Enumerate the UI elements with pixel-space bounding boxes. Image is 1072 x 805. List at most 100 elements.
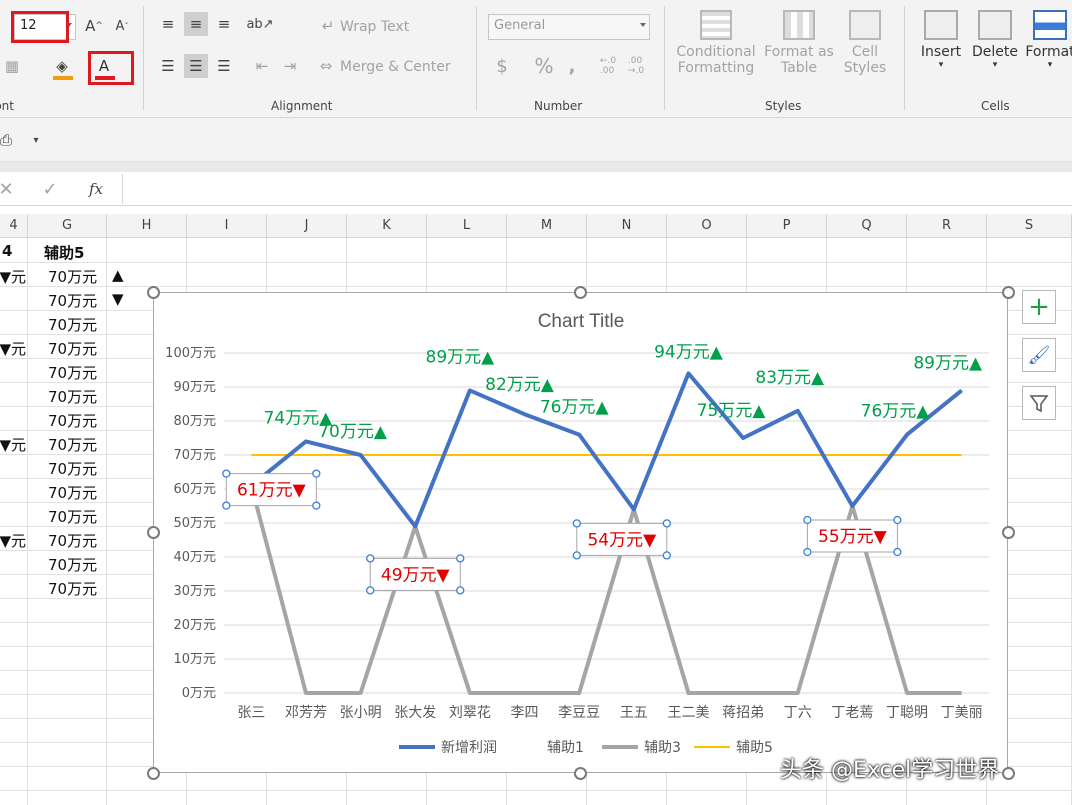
label-handle[interactable] (366, 586, 375, 595)
chart-area[interactable]: Chart Title 0万元 10万元 20万元 30万元 40万元 50万元 60万元 70… (153, 292, 1008, 773)
data-label-down[interactable]: 61万元▼ (237, 481, 307, 501)
fill-color-icon[interactable]: ◈ (50, 54, 74, 78)
label-handle[interactable] (572, 519, 581, 528)
cell-g-value[interactable]: 70万元 (48, 410, 97, 431)
align-center-icon[interactable]: ☰ (184, 54, 208, 78)
percent-icon[interactable]: % (532, 54, 556, 78)
format-button[interactable]: Format ▾ (1024, 8, 1072, 88)
cancel-icon[interactable]: ✕ (0, 177, 18, 201)
insert-button[interactable]: Insert ▾ (916, 8, 966, 88)
borders-icon[interactable]: ▦ (0, 54, 24, 78)
delete-button[interactable]: Delete ▾ (970, 8, 1020, 88)
data-label-up[interactable]: 70万元▲ (318, 422, 388, 442)
column-header-K[interactable]: K (347, 214, 427, 238)
cell-g-value[interactable]: 70万元 (48, 362, 97, 383)
decrease-decimal-icon[interactable]: .00 →.0 (624, 54, 648, 78)
label-handle[interactable] (662, 519, 671, 528)
decrease-font-icon[interactable]: Aˇ (110, 14, 134, 38)
chart-resize-handle[interactable] (574, 766, 587, 780)
label-handle[interactable] (803, 515, 812, 525)
camera-icon[interactable]: ⎙ (0, 128, 18, 152)
legend-item[interactable]: 辅助1 (547, 740, 584, 756)
cell-f-value[interactable]: 元▼ (0, 530, 26, 551)
increase-indent-icon[interactable]: ⇥ (278, 54, 302, 78)
align-top-icon[interactable]: ≡ (156, 12, 180, 36)
chart-resize-handle[interactable] (574, 285, 587, 299)
data-label-up[interactable]: 89万元▲ (426, 347, 496, 367)
label-handle[interactable] (312, 501, 321, 510)
data-label-up[interactable]: 76万元▲ (540, 398, 610, 418)
column-header-R[interactable]: R (907, 214, 987, 238)
cell-g-value[interactable]: 70万元 (48, 290, 97, 311)
cell-g-value[interactable]: 70万元 (48, 578, 97, 599)
comma-icon[interactable]: , (560, 54, 584, 78)
legend-item[interactable]: 新增利润 (441, 740, 497, 756)
merge-center-button[interactable]: Merge & Center (340, 59, 451, 75)
column-header-M[interactable]: M (507, 214, 587, 238)
chevron-down-icon[interactable] (640, 23, 646, 27)
label-handle[interactable] (662, 551, 671, 560)
currency-icon[interactable]: $ (490, 54, 514, 78)
cell-f-value[interactable]: 元▼ (0, 338, 26, 359)
cell-h-value[interactable]: ▼ (112, 290, 124, 308)
cell-g-value[interactable]: 70万元 (48, 386, 97, 407)
cell-styles-button[interactable]: Cell Styles (836, 8, 894, 88)
chart-styles-button[interactable]: 🖌 (1022, 338, 1056, 372)
cell-g-value[interactable]: 70万元 (48, 530, 97, 551)
chart-resize-handle[interactable] (1001, 285, 1015, 299)
align-right-icon[interactable]: ☰ (212, 54, 236, 78)
enter-icon[interactable]: ✓ (38, 177, 62, 201)
legend-item[interactable]: 辅助3 (644, 740, 681, 756)
column-header-O[interactable]: O (667, 214, 747, 238)
number-format-box[interactable]: General (488, 14, 650, 40)
conditional-formatting-button[interactable]: Conditional Formatting (674, 8, 758, 88)
label-handle[interactable] (893, 515, 902, 525)
wrap-text-button[interactable]: Wrap Text (340, 19, 409, 35)
chart-elements-button[interactable]: + (1022, 290, 1056, 324)
format-as-table-button[interactable]: Format as Table (762, 8, 836, 88)
cell-g-value[interactable]: 70万元 (48, 482, 97, 503)
data-label-down[interactable]: 55万元▼ (818, 527, 888, 547)
label-handle[interactable] (456, 586, 465, 595)
series-line-profit[interactable] (250, 371, 963, 529)
data-label-up[interactable]: 75万元▲ (697, 401, 767, 421)
formula-input[interactable] (122, 174, 1072, 204)
decrease-indent-icon[interactable]: ⇤ (250, 54, 274, 78)
line-chart[interactable]: Chart Title 0万元 10万元 20万元 30万元 40万元 50万元 60万元 70… (154, 293, 1009, 774)
label-handle[interactable] (893, 547, 902, 557)
column-header-J[interactable]: J (267, 214, 347, 238)
cell-f-header[interactable]: 4 (2, 242, 12, 260)
cell-f-value[interactable]: 元▼ (0, 266, 26, 287)
chart-resize-handle[interactable] (146, 526, 160, 539)
chart-resize-handle[interactable] (1001, 526, 1015, 539)
cell-g-header[interactable]: 辅助5 (44, 242, 84, 263)
chart-filters-button[interactable] (1022, 386, 1056, 420)
cell-g-value[interactable]: 70万元 (48, 458, 97, 479)
chart-resize-handle[interactable] (146, 766, 160, 780)
column-header-S[interactable]: S (987, 214, 1072, 238)
cell-g-value[interactable]: 70万元 (48, 506, 97, 527)
chart-title[interactable]: Chart Title (538, 311, 625, 332)
cell-g-value[interactable]: 70万元 (48, 554, 97, 575)
label-handle[interactable] (803, 547, 812, 557)
label-handle[interactable] (366, 554, 375, 563)
cell-g-value[interactable]: 70万元 (48, 434, 97, 455)
data-label-down[interactable]: 49万元▼ (381, 565, 451, 585)
insert-function-icon[interactable]: fx (84, 177, 108, 201)
merge-center-icon[interactable]: ⇔ (314, 54, 338, 78)
column-header-P[interactable]: P (747, 214, 827, 238)
wrap-text-icon[interactable]: ↵ (316, 14, 340, 38)
data-label-down[interactable]: 54万元▼ (587, 530, 657, 550)
chart-resize-handle[interactable] (146, 285, 160, 299)
label-handle[interactable] (456, 554, 465, 563)
cell-g-value[interactable]: 70万元 (48, 314, 97, 335)
label-handle[interactable] (572, 551, 581, 560)
data-label-up[interactable]: 76万元▲ (861, 402, 931, 422)
column-header-Q[interactable]: Q (827, 214, 907, 238)
orientation-icon[interactable]: ab↗ (246, 12, 273, 36)
align-bottom-icon[interactable]: ≡ (212, 12, 236, 36)
column-header-4[interactable]: 4 (0, 214, 28, 238)
increase-decimal-icon[interactable]: ←.0.00 (596, 54, 620, 78)
align-left-icon[interactable]: ☰ (156, 54, 180, 78)
column-header-I[interactable]: I (187, 214, 267, 238)
